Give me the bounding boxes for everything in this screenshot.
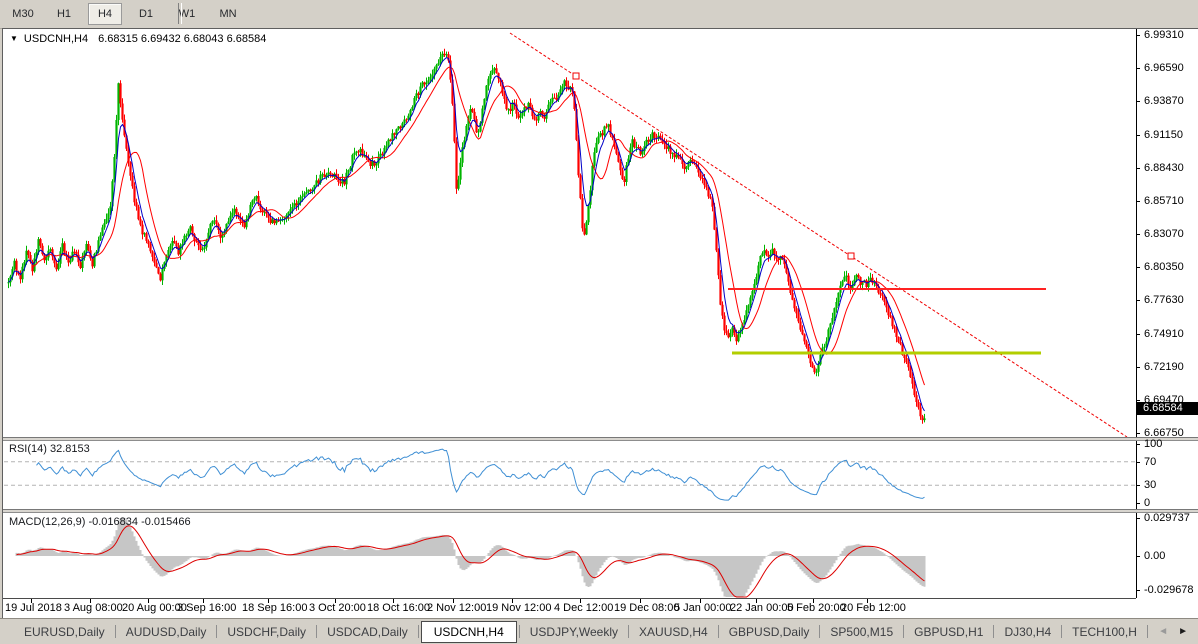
down-candle-wicks (17, 49, 923, 424)
tab-sp500-m15[interactable]: SP500,M15 (820, 625, 903, 639)
slow-ma-line (33, 67, 925, 385)
macd-axis-label: -0.029678 (1144, 584, 1194, 596)
tab-usdcad-daily[interactable]: USDCAD,Daily (317, 625, 418, 639)
rsi-line (37, 449, 925, 500)
collapse-triangle-icon[interactable]: ▼ (10, 34, 18, 43)
timeframe-m30[interactable]: M30 (6, 3, 40, 25)
symbol-tabbar: EURUSD,DailyAUDUSD,DailyUSDCHF,DailyUSDC… (0, 618, 1198, 644)
trendline-anchor-handle[interactable] (573, 73, 579, 79)
macd-axis[interactable]: 0.029737 0.00 -0.029678 (1137, 0, 1198, 644)
macd-axis-tick (1136, 556, 1140, 557)
time-axis-label: 22 Jan 00:00 (730, 602, 794, 614)
timeframe-h1[interactable]: H1 (47, 3, 81, 25)
tab-eurusd-daily[interactable]: EURUSD,Daily (14, 625, 115, 639)
time-axis-label: 18 Oct 16:00 (367, 602, 430, 614)
rsi-indicator-canvas[interactable] (4, 441, 1136, 508)
time-axis-label: 19 Nov 12:00 (486, 602, 551, 614)
chart-window-top-border (2, 28, 1198, 29)
tab-scroll-left-icon[interactable]: ◄ (1158, 627, 1168, 637)
time-axis-label: 20 Feb 12:00 (841, 602, 906, 614)
time-axis-label: 4 Dec 12:00 (554, 602, 613, 614)
time-axis-label: 3 Aug 08:00 (64, 602, 123, 614)
chart-title: ▼ USDCNH,H4 6.68315 6.69432 6.68043 6.6858… (10, 33, 266, 45)
tab-dj30-h4[interactable]: DJ30,H4 (994, 625, 1061, 639)
time-axis-label: 3 Sep 16:00 (177, 602, 236, 614)
tab-audusd-daily[interactable]: AUDUSD,Daily (116, 625, 217, 639)
timeframe-mn[interactable]: MN (211, 3, 245, 25)
tab-gbpusd-daily[interactable]: GBPUSD,Daily (719, 625, 820, 639)
time-axis-label: 19 Dec 08:00 (614, 602, 679, 614)
macd-axis-label: 0.029737 (1144, 512, 1190, 524)
tab-scroll-right-icon[interactable]: ► (1178, 627, 1188, 637)
tab-gbpusd-h1[interactable]: GBPUSD,H1 (904, 625, 993, 639)
tabbar-separator (1147, 625, 1148, 638)
tabbar-separator (418, 625, 419, 638)
macd-label: MACD(12,26,9) -0.016834 -0.015466 (9, 516, 191, 528)
tab-tech100-h1[interactable]: TECH100,H1 (1062, 625, 1137, 639)
chart-window-left-border (2, 28, 3, 618)
tab-usdcnh-h4[interactable]: USDCNH,H4 (421, 621, 517, 643)
time-axis-label: 2 Nov 12:00 (427, 602, 486, 614)
down-candle-bodies (17, 54, 923, 420)
symbol-tabs: EURUSD,DailyAUDUSD,DailyUSDCHF,DailyUSDC… (0, 619, 1137, 644)
timeframe-d1[interactable]: D1 (129, 3, 163, 25)
rsi-label: RSI(14) 32.8153 (9, 443, 90, 455)
macd-axis-tick (1136, 518, 1140, 519)
macd-axis-tick (1136, 590, 1140, 591)
timeframe-w1[interactable]: W1 (170, 3, 204, 25)
macd-axis-label: 0.00 (1144, 550, 1165, 562)
tab-scroll-controls: ◄ ► (1137, 625, 1198, 638)
time-axis[interactable]: 19 Jul 20183 Aug 08:0020 Aug 00:003 Sep … (3, 598, 1136, 618)
time-axis-label: 18 Sep 16:00 (242, 602, 307, 614)
main-chart-canvas[interactable] (4, 30, 1136, 437)
time-axis-label: 19 Jul 2018 (5, 602, 62, 614)
time-axis-label: 3 Oct 20:00 (309, 602, 366, 614)
chart-symbol: USDCNH,H4 (24, 33, 88, 45)
tab-usdchf-daily[interactable]: USDCHF,Daily (217, 625, 316, 639)
tab-xauusd-h4[interactable]: XAUUSD,H4 (629, 625, 718, 639)
timeframe-h4[interactable]: H4 (88, 3, 122, 25)
time-axis-label: 5 Feb 20:00 (787, 602, 846, 614)
timeframe-toolbar: M30 H1 H4 D1 W1 MN (0, 0, 1198, 29)
tab-usdjpy-weekly[interactable]: USDJPY,Weekly (520, 625, 628, 639)
time-axis-label: 5 Jan 00:00 (674, 602, 732, 614)
trendline-anchor-handle[interactable] (848, 253, 854, 259)
timeframe-buttons: M30 H1 H4 D1 W1 MN (6, 3, 245, 25)
toolbar-separator (178, 3, 182, 24)
chart-ohlc-readout: 6.68315 6.69432 6.68043 6.68584 (98, 33, 266, 45)
